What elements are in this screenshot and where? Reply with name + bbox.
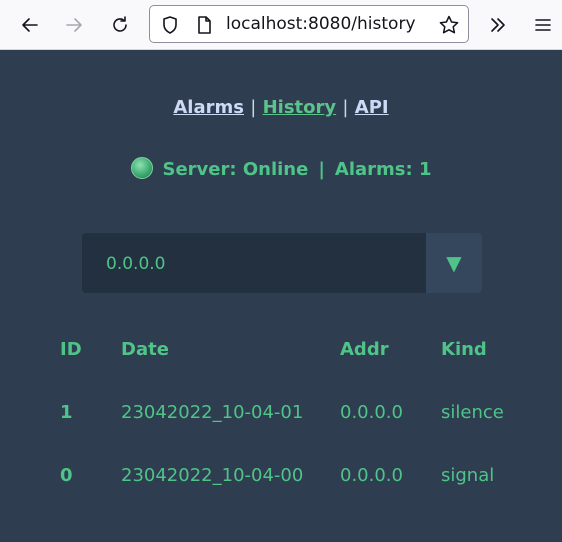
double-chevron-right-icon <box>491 18 505 32</box>
table-cell-addr: 0.0.0.0 <box>340 402 403 423</box>
column-header-kind: Kind <box>441 339 487 360</box>
alarm-count: Alarms: 1 <box>334 159 432 180</box>
shield-icon[interactable] <box>160 15 180 35</box>
table-cell-date: 23042022_10-04-01 <box>121 402 304 423</box>
star-icon[interactable] <box>438 14 460 36</box>
status-separator: | <box>318 159 325 180</box>
reload-icon <box>113 16 127 32</box>
server-status-text: Server: Online <box>162 159 309 180</box>
top-nav: Alarms | History | API <box>0 97 562 118</box>
selected-address[interactable]: 0.0.0.0 <box>106 254 165 274</box>
arrow-left-icon <box>22 18 38 32</box>
column-header-id: ID <box>60 339 82 360</box>
nav-link-alarms[interactable]: Alarms <box>173 97 244 118</box>
reload-button[interactable] <box>104 9 136 41</box>
dropdown-toggle[interactable]: ▼ <box>426 233 482 293</box>
column-header-date: Date <box>121 339 169 360</box>
back-button[interactable] <box>14 9 46 41</box>
column-header-addr: Addr <box>340 339 389 360</box>
table-cell-kind: silence <box>441 402 504 423</box>
browser-toolbar: localhost:8080/history <box>0 0 562 50</box>
nav-link-history[interactable]: History <box>263 97 337 118</box>
hamburger-icon <box>535 19 551 31</box>
table-cell-kind: signal <box>441 465 495 486</box>
status-indicator-icon <box>130 157 153 179</box>
address-filter-select[interactable]: 0.0.0.0 ▼ <box>82 233 482 293</box>
page-icon[interactable] <box>194 15 214 35</box>
forward-button[interactable] <box>58 9 90 41</box>
server-status: Server: Online | Alarms: 1 <box>0 157 562 180</box>
caret-down-icon: ▼ <box>446 251 462 275</box>
url-text[interactable]: localhost:8080/history <box>226 14 416 34</box>
nav-separator: | <box>250 97 257 118</box>
table-cell-id: 1 <box>60 402 73 423</box>
menu-button[interactable] <box>527 9 559 41</box>
arrow-right-icon <box>66 18 82 32</box>
overflow-button[interactable] <box>482 9 514 41</box>
table-cell-id: 0 <box>60 465 73 486</box>
nav-link-api[interactable]: API <box>355 97 389 118</box>
table-cell-date: 23042022_10-04-00 <box>121 465 304 486</box>
nav-separator: | <box>342 97 349 118</box>
table-cell-addr: 0.0.0.0 <box>340 465 403 486</box>
address-bar[interactable]: localhost:8080/history <box>149 5 469 43</box>
